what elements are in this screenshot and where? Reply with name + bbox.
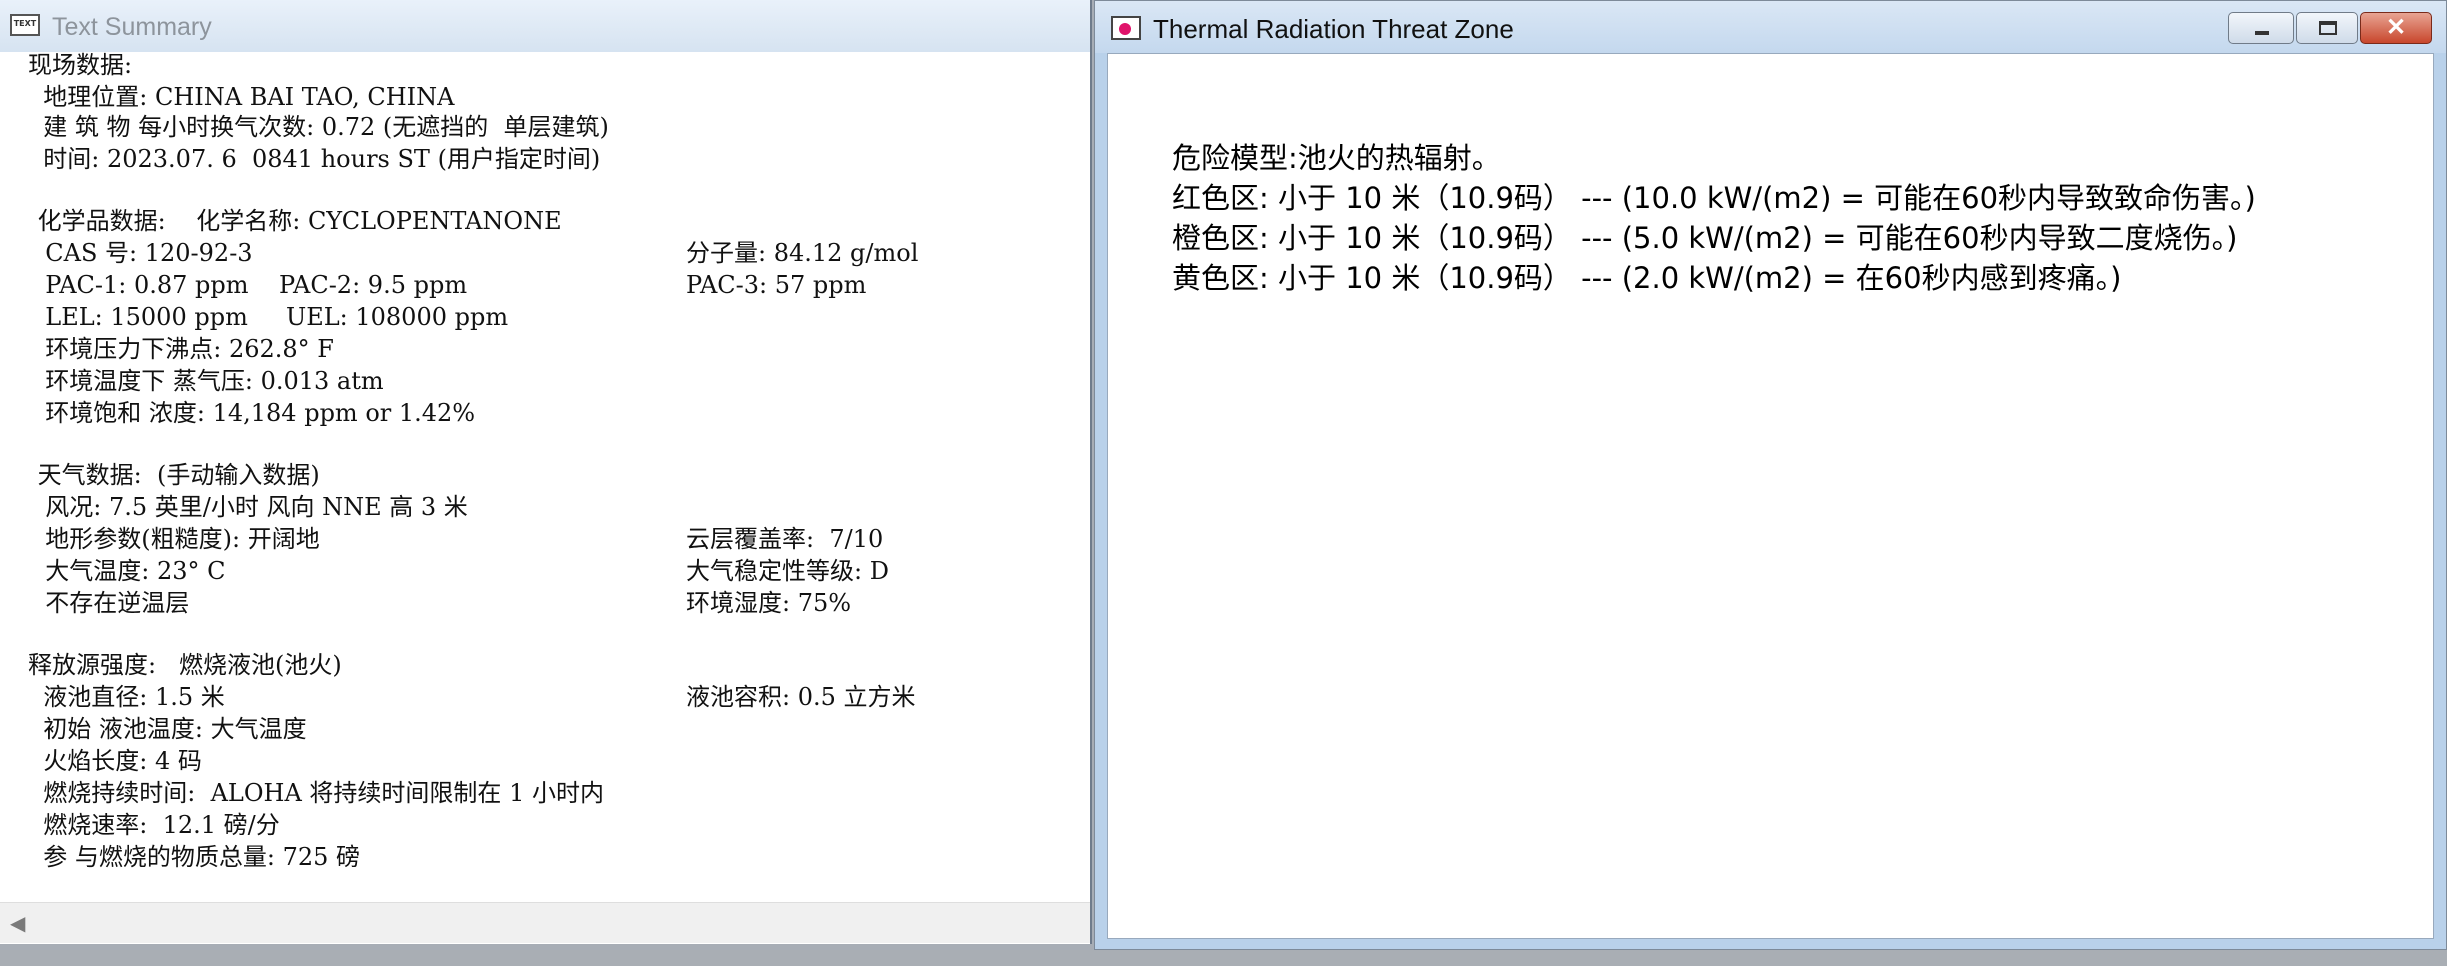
minimize-icon	[2255, 31, 2269, 35]
summary-line: CAS 号: 120-92-3	[30, 239, 253, 267]
summary-line: 现场数据:	[28, 52, 133, 79]
red-dot-icon	[1119, 23, 1131, 35]
summary-line: 火焰长度: 4 码	[28, 747, 202, 775]
threat-zone-window: Thermal Radiation Threat Zone ✕ 危险模型:池火的…	[1094, 0, 2447, 950]
red-zone-line: 红色区: 小于 10 米（10.9码） --- (10.0 kW/(m2) = …	[1172, 181, 2256, 215]
summary-line: 环境压力下沸点: 262.8° F	[30, 335, 334, 363]
text-summary-window: TEXT Text Summary 现场数据: 地理位置: CHINA BAI …	[0, 0, 1092, 944]
summary-line: 燃烧速率: 12.1 磅/分	[28, 811, 280, 839]
orange-zone-line: 橙色区: 小于 10 米（10.9码） --- (5.0 kW/(m2) = 可…	[1172, 221, 2238, 255]
threat-zone-content: 危险模型:池火的热辐射。 红色区: 小于 10 米（10.9码） --- (10…	[1107, 53, 2434, 939]
hazard-model-line: 危险模型:池火的热辐射。	[1172, 141, 1501, 175]
summary-line: 环境温度下 蒸气压: 0.013 atm	[30, 367, 384, 395]
summary-line: 不存在逆温层	[30, 589, 190, 617]
summary-line: PAC-3: 57 ppm	[686, 271, 867, 299]
summary-line: LEL: 15000 ppm UEL: 108000 ppm	[30, 303, 509, 331]
summary-line: 释放源强度: 燃烧液池(池火)	[28, 651, 342, 679]
summary-line: 初始 液池温度: 大气温度	[28, 715, 307, 743]
summary-line: 云层覆盖率: 7/10	[686, 525, 884, 553]
summary-line: 风况: 7.5 英里/小时 风向 NNE 高 3 米	[30, 493, 468, 521]
summary-line: 燃烧持续时间: ALOHA 将持续时间限制在 1 小时内	[28, 779, 604, 807]
summary-line: 化学品数据: 化学名称: CYCLOPENTANONE	[30, 207, 562, 235]
summary-line: 环境湿度: 75%	[686, 589, 852, 617]
close-icon: ✕	[2385, 14, 2407, 41]
horizontal-scrollbar[interactable]: ◀	[0, 902, 1090, 943]
summary-line: 天气数据: (手动输入数据)	[30, 461, 320, 489]
text-document-icon: TEXT	[10, 14, 40, 36]
summary-line: 液池直径: 1.5 米	[28, 683, 225, 711]
summary-line: 地理位置: CHINA BAI TAO, CHINA	[28, 83, 455, 111]
summary-line: PAC-1: 0.87 ppm PAC-2: 9.5 ppm	[30, 271, 468, 299]
summary-line: 地形参数(粗糙度): 开阔地	[30, 525, 320, 553]
summary-line: 建 筑 物 每小时换气次数: 0.72 (无遮挡的 单层建筑)	[28, 113, 609, 141]
minimize-button[interactable]	[2228, 12, 2294, 44]
text-summary-content: 现场数据: 地理位置: CHINA BAI TAO, CHINA 建 筑 物 每…	[0, 52, 1090, 902]
window-title: Thermal Radiation Threat Zone	[1153, 14, 1514, 44]
summary-line: 大气稳定性等级: D	[686, 557, 889, 585]
threat-zone-app-icon	[1111, 16, 1141, 40]
scroll-left-icon[interactable]: ◀	[10, 911, 25, 935]
summary-line: 参 与燃烧的物质总量: 725 磅	[28, 843, 361, 871]
summary-line: 环境饱和 浓度: 14,184 ppm or 1.42%	[30, 399, 476, 427]
summary-line: 分子量: 84.12 g/mol	[686, 239, 919, 267]
summary-line: 液池容积: 0.5 立方米	[686, 683, 916, 711]
maximize-icon	[2319, 21, 2337, 35]
text-summary-titlebar[interactable]: TEXT Text Summary	[0, 0, 1090, 53]
scrollbar-track[interactable]	[38, 911, 1078, 935]
threat-zone-titlebar[interactable]: Thermal Radiation Threat Zone ✕	[1095, 1, 2446, 53]
close-button[interactable]: ✕	[2360, 12, 2432, 44]
summary-line: 时间: 2023.07. 6 0841 hours ST (用户指定时间)	[28, 145, 601, 173]
summary-line: 大气温度: 23° C	[30, 557, 226, 585]
taskbar-strip	[0, 950, 2447, 966]
window-title: Text Summary	[52, 13, 212, 41]
maximize-button[interactable]	[2296, 12, 2358, 44]
yellow-zone-line: 黄色区: 小于 10 米（10.9码） --- (2.0 kW/(m2) = 在…	[1172, 261, 2122, 295]
